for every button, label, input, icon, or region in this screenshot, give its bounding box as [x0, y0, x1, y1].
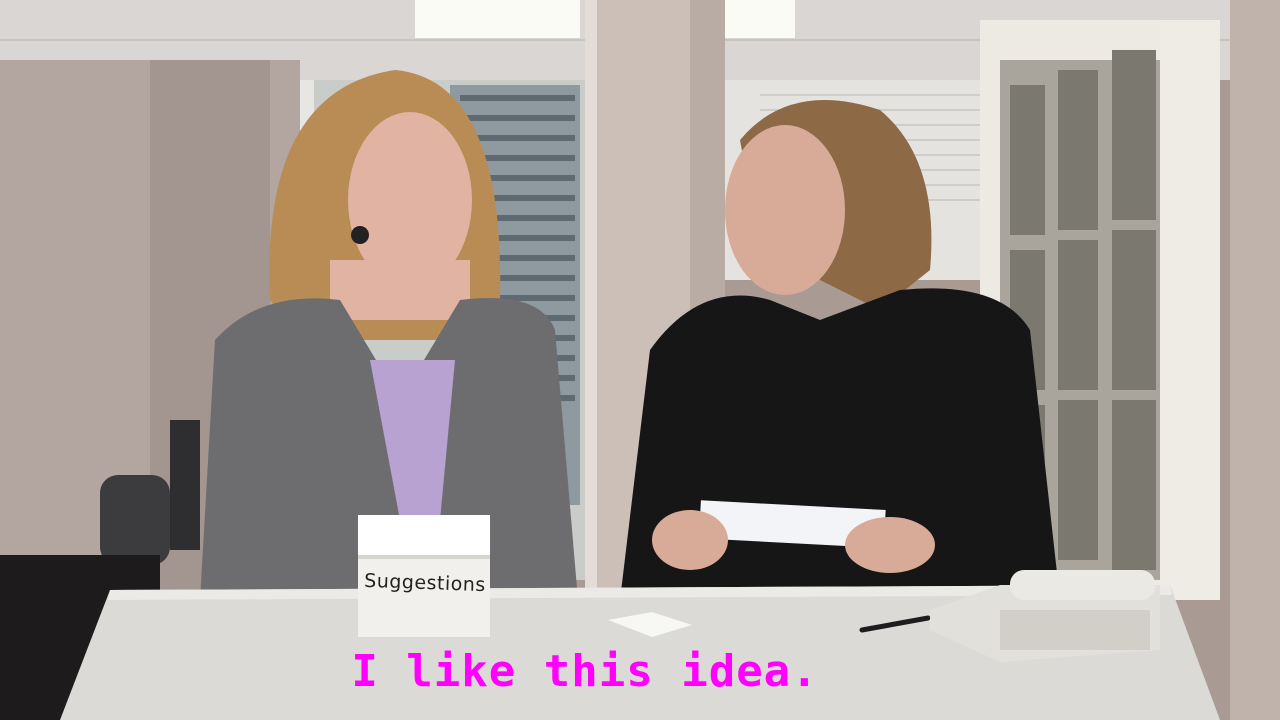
office-chair: [100, 475, 170, 565]
monitor: [170, 420, 200, 550]
ceiling-light-left: [415, 0, 580, 38]
video-frame: Suggestions I like this idea.: [0, 0, 1280, 720]
subtitle-caption: I like this idea.: [351, 646, 819, 697]
suggestion-box-label: Suggestions: [363, 569, 487, 597]
office-scene: [0, 0, 1280, 720]
ceiling-light-right: [725, 0, 795, 38]
